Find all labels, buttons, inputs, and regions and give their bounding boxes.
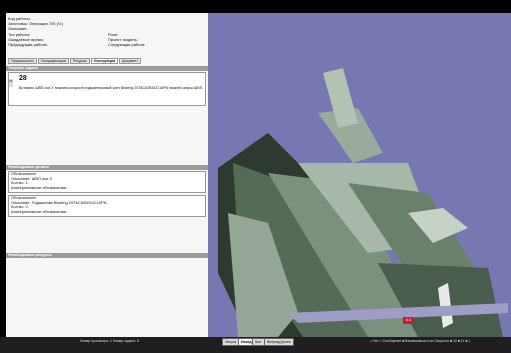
next-work-label: Следующая работа: <box>108 41 146 47</box>
work-header: Код работы: Заголовок: Операции 700 (г1)… <box>8 16 206 47</box>
forward-button[interactable]: Вперед/Далее <box>264 338 294 346</box>
bottom-toolbar: Номер просмотра: 1 Номер задачи: 8 Запус… <box>0 337 511 353</box>
work-info-panel: Код работы: Заголовок: Операции 700 (г1)… <box>6 13 209 337</box>
step-tag: б1 <box>9 79 13 87</box>
tab-resources[interactable]: Ресурсы <box>69 58 91 64</box>
playback-status: □ Нет □ Сообщение ■ Взаимосвязи стоп Ско… <box>370 339 471 343</box>
task-instruction-text: Вставить ШВП оси Х нижним концом в подши… <box>19 86 204 90</box>
part-entry[interactable]: Обозначение: Описание: ШВП оси Х Кол-во:… <box>8 171 206 193</box>
view-task-counter: Номер просмотра: 1 Номер задачи: 8 <box>80 339 139 343</box>
3d-viewport[interactable] <box>208 13 511 337</box>
part-entry[interactable]: Обозначение: Описание: Подшипник Bearing… <box>8 195 206 217</box>
step-button[interactable]: Шаг <box>252 338 265 346</box>
part-marker-icon[interactable]: 0.0 <box>403 317 414 324</box>
task-number: 28 <box>19 75 27 82</box>
start-button[interactable]: Запуск <box>222 338 240 346</box>
current-task-header: Текущая задача <box>6 66 208 71</box>
3d-assembly-model <box>218 68 508 337</box>
tab-document[interactable]: Документ <box>119 58 141 64</box>
tab-bar: Предпосылки Спецификация Ресурсы Инструк… <box>8 58 141 64</box>
current-task-box: б1 28 Вставить ШВП оси Х нижним концом в… <box>8 72 206 106</box>
required-parts-header: Необходимые детали <box>6 165 208 170</box>
tab-instruction[interactable]: Инструкция <box>91 58 118 64</box>
required-resources-header: Необходимые ресурсы <box>6 253 208 258</box>
part-alt-designation: Альтернативное обозначение: <box>11 208 68 214</box>
previous-work-label: Предыдущая работа: <box>8 41 48 47</box>
tab-specification[interactable]: Спецификация <box>37 58 69 64</box>
window-top-bar <box>0 0 511 13</box>
tab-prerequisites[interactable]: Предпосылки <box>8 58 37 64</box>
part-alt-designation: Альтернативное обозначение: <box>11 184 68 190</box>
